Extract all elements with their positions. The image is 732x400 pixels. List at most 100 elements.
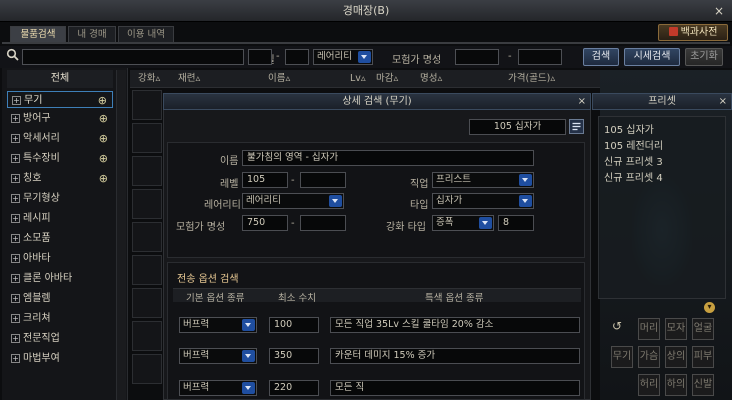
window-close-button[interactable]: × (714, 0, 724, 22)
tab-history[interactable]: 이용 내역 (118, 26, 174, 42)
job-select[interactable]: 프리스트 (432, 172, 534, 188)
magnifier-icon[interactable]: ⊕ (99, 130, 108, 147)
result-row-slot[interactable] (132, 222, 162, 252)
category-label: 엠블렘 (23, 293, 51, 304)
col-deadline[interactable]: 마감▵ (376, 70, 398, 88)
reset-button[interactable]: 초기화 (685, 48, 723, 66)
category-item-special-equip[interactable]: + 특수장비 ⊕ (7, 150, 113, 167)
category-item-clone-avatar[interactable]: + 클론 아바타 (7, 270, 113, 287)
category-label: 방어구 (23, 113, 51, 124)
preset-item[interactable]: 신규 프리셋 4 (604, 169, 663, 184)
dictionary-button[interactable]: 백과사전 (658, 24, 728, 41)
tab-my-auction[interactable]: 내 경매 (68, 26, 116, 42)
detail-fame-max-input[interactable] (300, 215, 346, 231)
category-item-armor[interactable]: + 방어구 ⊕ (7, 110, 113, 127)
category-item-recipe[interactable]: + 레시피 (7, 210, 113, 227)
market-price-button[interactable]: 시세검색 (624, 48, 680, 66)
equip-slot-top[interactable]: 상의 (665, 346, 687, 368)
option-special-field-3[interactable]: 모든 직 (330, 380, 580, 396)
col-level[interactable]: Lv▵ (350, 70, 366, 88)
name-label: 이름 (220, 156, 239, 167)
result-row-slot[interactable] (132, 123, 162, 153)
col-price[interactable]: 가격(골드)▵ (508, 70, 555, 88)
option-type-select-1[interactable]: 버프력 (179, 317, 257, 333)
result-row-slot[interactable] (132, 156, 162, 186)
col-fame[interactable]: 명성▵ (420, 70, 442, 88)
equip-slot-skin[interactable]: 피부 (692, 346, 714, 368)
preset-item[interactable]: 신규 프리셋 3 (604, 153, 663, 168)
equip-slot-hat[interactable]: 모자 (665, 318, 687, 340)
enhance-value-input[interactable]: 8 (498, 215, 534, 231)
fame-min-input[interactable] (455, 49, 499, 65)
result-row-slot[interactable] (132, 189, 162, 219)
equip-slot-chest[interactable]: 가슴 (638, 346, 660, 368)
level-min-input[interactable] (248, 49, 272, 65)
category-all[interactable]: 전체 (7, 70, 113, 88)
preset-close-button[interactable]: × (719, 94, 727, 109)
search-button[interactable]: 검색 (583, 48, 619, 66)
magnifier-icon[interactable]: ⊕ (99, 110, 108, 127)
magnifier-icon[interactable]: ⊕ (99, 170, 108, 187)
category-item-accessory[interactable]: + 악세서리 ⊕ (7, 130, 113, 147)
arrow-down-icon[interactable]: ▾ (704, 302, 715, 313)
detail-level-max-input[interactable] (300, 172, 346, 188)
category-item-profession[interactable]: + 전문직업 (7, 330, 113, 347)
option-min-input-3[interactable]: 220 (269, 380, 319, 396)
col-enhance[interactable]: 강화▵ (138, 70, 160, 88)
equip-slot-bottom[interactable]: 하의 (665, 374, 687, 396)
level-max-input[interactable] (285, 49, 309, 65)
col-min-value: 최소 수치 (278, 293, 316, 304)
magnifier-icon[interactable]: ⊕ (99, 150, 108, 167)
category-item-title[interactable]: + 칭호 ⊕ (7, 170, 113, 187)
type-select[interactable]: 십자가 (432, 193, 534, 209)
category-item-avatar[interactable]: + 아바타 (7, 250, 113, 267)
option-min-input-2[interactable]: 350 (269, 348, 319, 364)
option-special-field-2[interactable]: 카운터 데미지 15% 증가 (330, 348, 580, 364)
equip-slot-head[interactable]: 머리 (638, 318, 660, 340)
option-type-select-2[interactable]: 버프력 (179, 348, 257, 364)
expand-icon: + (11, 194, 20, 203)
refresh-icon[interactable]: ↺ (612, 319, 622, 333)
col-name[interactable]: 이름▵ (268, 70, 290, 88)
detail-rarity-select[interactable]: 레어리티 (242, 193, 344, 209)
fame-max-input[interactable] (518, 49, 562, 65)
equip-slot-waist[interactable]: 허리 (638, 374, 660, 396)
enhance-type-select[interactable]: 증폭 (432, 215, 494, 231)
preset-name-field[interactable]: 105 십자가 (469, 119, 566, 135)
detail-fame-dash: - (291, 218, 295, 229)
option-special-field-1[interactable]: 모든 직업 35Lv 스킬 쿨타임 20% 감소 (330, 317, 580, 333)
category-item-weapon[interactable]: + 무기 ⊕ (7, 91, 113, 108)
preset-item[interactable]: 105 십자가 (604, 121, 654, 136)
chevron-down-icon (242, 350, 255, 362)
col-refine[interactable]: 재련▵ (178, 70, 200, 88)
option-min-input-1[interactable]: 100 (269, 317, 319, 333)
col-level-label: Lv (350, 73, 361, 84)
preset-list-toggle[interactable] (569, 119, 584, 134)
category-item-enchant[interactable]: + 마법부여 (7, 350, 113, 367)
detail-level-min-input[interactable]: 105 (242, 172, 288, 188)
category-item-emblem[interactable]: + 엠블렘 (7, 290, 113, 307)
expand-icon: + (11, 314, 20, 323)
rarity-select[interactable]: 레어리티 (313, 49, 373, 65)
tab-item-search[interactable]: 물품검색 (10, 26, 66, 42)
category-item-consumable[interactable]: + 소모품 (7, 230, 113, 247)
result-row-slot[interactable] (132, 90, 162, 120)
option-type-select-3[interactable]: 버프력 (179, 380, 257, 396)
search-input[interactable] (22, 49, 244, 65)
category-scrollbar[interactable] (116, 70, 126, 400)
result-row-slot[interactable] (132, 255, 162, 285)
equip-slot-weapon[interactable]: 무기 (611, 346, 633, 368)
magnifier-icon[interactable]: ⊕ (98, 92, 107, 109)
equip-slot-shoes[interactable]: 신발 (692, 374, 714, 396)
detail-close-button[interactable]: × (578, 94, 586, 109)
category-item-creature[interactable]: + 크리쳐 (7, 310, 113, 327)
preset-item[interactable]: 105 레전더리 (604, 137, 663, 152)
result-row-slot[interactable] (132, 354, 162, 384)
level-dash: - (276, 51, 280, 62)
equip-slot-face[interactable]: 얼굴 (692, 318, 714, 340)
category-item-weapon-avatar[interactable]: + 무기형상 (7, 190, 113, 207)
result-row-slot[interactable] (132, 288, 162, 318)
detail-fame-min-input[interactable]: 750 (242, 215, 288, 231)
result-row-slot[interactable] (132, 321, 162, 351)
name-input[interactable]: 불가침의 영역 - 십자가 (242, 150, 534, 166)
